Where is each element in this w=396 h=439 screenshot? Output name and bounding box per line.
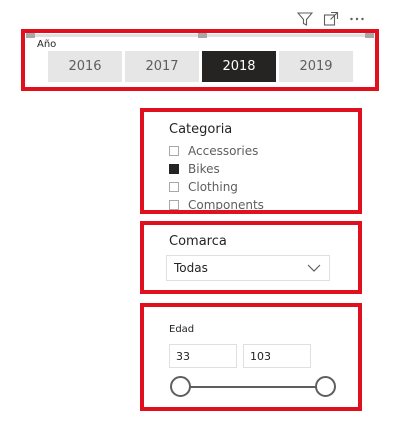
categoria-item-label: Bikes <box>188 162 220 176</box>
checkbox[interactable] <box>169 146 179 156</box>
categoria-item-label: Accessories <box>188 144 259 158</box>
focus-mode-icon[interactable] <box>322 10 339 27</box>
checkbox[interactable] <box>169 182 179 192</box>
filter-icon[interactable] <box>296 10 313 27</box>
resize-handle[interactable] <box>26 33 35 38</box>
edad-slicer-title: Edad <box>169 324 195 335</box>
edad-slicer: Edad 33 103 <box>140 303 362 411</box>
range-slider-max-thumb[interactable] <box>315 376 336 397</box>
categoria-item-label: Components <box>188 198 264 212</box>
checkbox[interactable] <box>169 164 179 174</box>
categoria-list: Accessories Bikes Clothing Components <box>169 142 264 214</box>
range-slider-min-thumb[interactable] <box>170 376 191 397</box>
categoria-item[interactable]: Accessories <box>169 142 264 160</box>
categoria-item[interactable]: Components <box>169 196 264 214</box>
comarca-slicer-title: Comarca <box>169 234 227 249</box>
resize-handle[interactable] <box>365 33 374 38</box>
categoria-slicer-title: Categoria <box>169 122 233 137</box>
edad-min-input[interactable]: 33 <box>169 344 237 368</box>
year-tiles: 2016 2017 2018 2019 <box>48 51 353 82</box>
categoria-item[interactable]: Clothing <box>169 178 264 196</box>
more-options-icon[interactable] <box>348 10 365 27</box>
comarca-slicer: Comarca Todas <box>140 221 362 294</box>
range-slider-track[interactable] <box>181 386 329 388</box>
year-tile-2019[interactable]: 2019 <box>279 51 353 82</box>
year-tile-2016[interactable]: 2016 <box>48 51 122 82</box>
year-slicer: Año 2016 2017 2018 2019 <box>21 29 379 91</box>
categoria-slicer: Categoria Accessories Bikes Clothing Compon… <box>140 108 362 214</box>
comarca-dropdown[interactable]: Todas <box>166 255 330 281</box>
selection-border <box>26 33 374 38</box>
resize-handle[interactable] <box>198 33 207 38</box>
year-slicer-title: Año <box>37 39 57 50</box>
edad-max-input[interactable]: 103 <box>243 344 311 368</box>
categoria-item-label: Clothing <box>188 180 238 194</box>
year-tile-2018[interactable]: 2018 <box>202 51 276 82</box>
categoria-item[interactable]: Bikes <box>169 160 264 178</box>
checkbox[interactable] <box>169 200 179 210</box>
chevron-down-icon <box>307 261 321 275</box>
comarca-selected-value: Todas <box>174 261 208 275</box>
visual-header <box>296 10 365 27</box>
year-tile-2017[interactable]: 2017 <box>125 51 199 82</box>
